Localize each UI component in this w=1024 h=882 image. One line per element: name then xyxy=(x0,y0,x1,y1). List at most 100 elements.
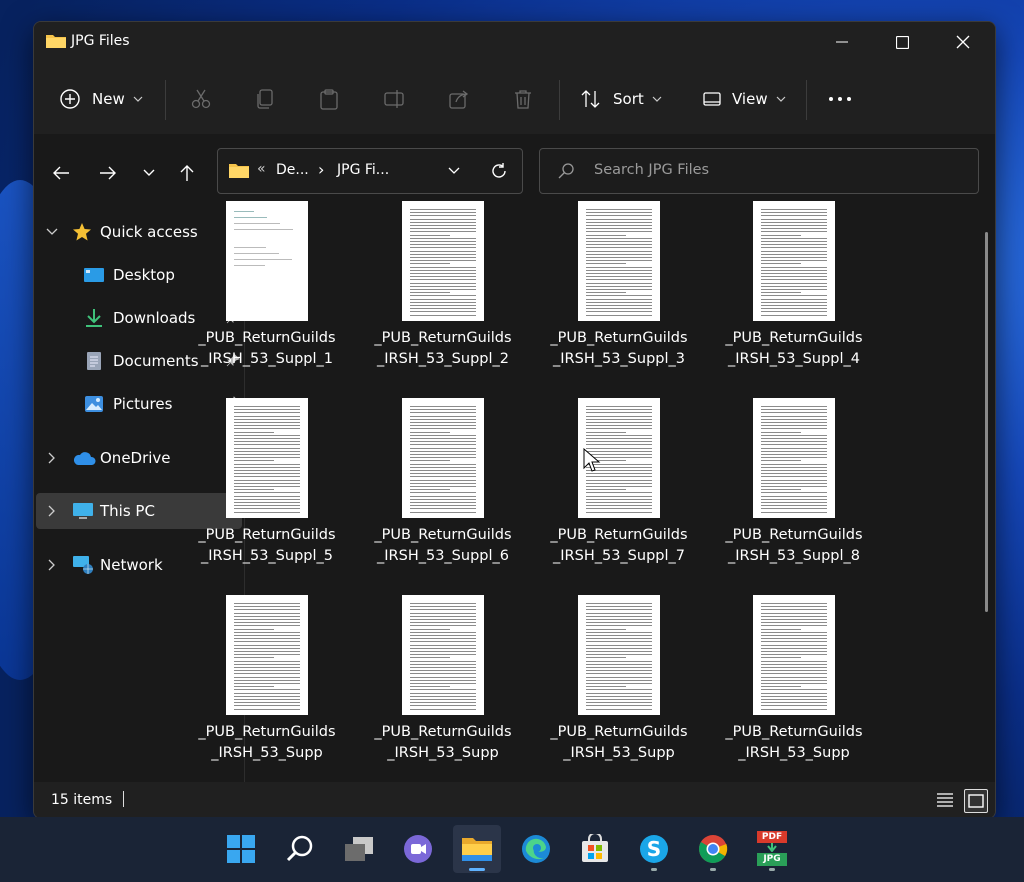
share-icon xyxy=(449,90,469,109)
breadcrumb-item[interactable]: JPG Fi... xyxy=(337,162,389,178)
file-name: _PUB_ReturnGuilds_IRSH_53_Suppl_8 xyxy=(725,527,863,564)
close-button[interactable] xyxy=(933,22,993,62)
title-bar[interactable]: JPG Files xyxy=(34,22,995,62)
file-tile[interactable]: _PUB_ReturnGuilds_IRSH_53_Suppl_3 xyxy=(549,201,689,393)
breadcrumb-item[interactable]: De... xyxy=(276,162,309,178)
svg-text:S: S xyxy=(647,837,661,861)
nav-label: Network xyxy=(100,556,163,574)
chevron-down-icon[interactable] xyxy=(448,167,460,175)
desktop-icon xyxy=(84,268,104,282)
file-tile[interactable]: _PUB_ReturnGuilds_IRSH_53_Supp xyxy=(724,595,864,787)
file-tile[interactable]: _PUB_ReturnGuilds_IRSH_53_Suppl_8 xyxy=(724,398,864,590)
paste-button[interactable] xyxy=(318,78,340,120)
search-input[interactable]: Search JPG Files xyxy=(539,148,979,194)
chevron-down-icon xyxy=(776,96,786,102)
running-indicator xyxy=(769,868,775,871)
view-icon xyxy=(703,92,721,106)
overflow-chevrons[interactable]: « xyxy=(257,161,266,177)
file-tile[interactable]: _PUB_ReturnGuilds_IRSH_53_Supp xyxy=(373,595,513,787)
taskbar-search-button[interactable] xyxy=(276,825,324,873)
star-icon xyxy=(73,223,91,241)
file-tile[interactable]: _PUB_ReturnGuilds_IRSH_53_Supp xyxy=(549,595,689,787)
vertical-scrollbar[interactable] xyxy=(985,232,988,612)
file-name: _PUB_ReturnGuilds_IRSH_53_Supp xyxy=(550,724,688,761)
item-count: 15 items xyxy=(51,792,113,808)
teams-chat-button[interactable] xyxy=(394,825,442,873)
file-name: _PUB_ReturnGuilds_IRSH_53_Suppl_7 xyxy=(550,527,688,564)
up-button[interactable] xyxy=(172,158,202,188)
close-icon xyxy=(956,35,970,49)
running-indicator xyxy=(651,868,657,871)
pdf-to-jpg-button[interactable]: PDF JPG xyxy=(748,825,796,873)
download-icon xyxy=(86,309,102,327)
file-thumbnail xyxy=(226,398,308,518)
folder-icon xyxy=(46,35,66,48)
details-view-button[interactable] xyxy=(934,789,956,811)
chevron-down-icon xyxy=(46,228,58,235)
rename-button[interactable] xyxy=(383,78,405,120)
file-name: _PUB_ReturnGuilds_IRSH_53_Suppl_3 xyxy=(550,330,688,367)
cut-button[interactable] xyxy=(190,78,212,120)
task-view-button[interactable] xyxy=(335,825,383,873)
file-explorer-taskbar-button[interactable] xyxy=(453,825,501,873)
pdf-label: PDF xyxy=(757,831,787,843)
file-thumbnail xyxy=(226,201,308,321)
skype-button[interactable]: S xyxy=(630,825,678,873)
file-thumbnail xyxy=(753,201,835,321)
file-tile[interactable]: _PUB_ReturnGuilds_IRSH_53_Suppl_4 xyxy=(724,201,864,393)
computer-icon xyxy=(73,503,93,519)
share-button[interactable] xyxy=(448,78,470,120)
minimize-button[interactable] xyxy=(812,22,872,62)
nav-label: Pictures xyxy=(113,395,173,413)
file-name: _PUB_ReturnGuilds_IRSH_53_Supp xyxy=(198,724,336,761)
toolbar-separator xyxy=(806,80,807,120)
sort-button[interactable]: Sort xyxy=(580,78,662,120)
file-name: _PUB_ReturnGuilds_IRSH_53_Suppl_5 xyxy=(198,527,336,564)
copy-button[interactable] xyxy=(254,78,276,120)
file-thumbnail xyxy=(578,595,660,715)
see-more-button[interactable] xyxy=(828,78,852,120)
file-tile[interactable]: _PUB_ReturnGuilds_IRSH_53_Suppl_5 xyxy=(197,398,337,590)
forward-button[interactable] xyxy=(93,158,123,188)
arrow-up-icon xyxy=(180,165,194,181)
file-name: _PUB_ReturnGuilds_IRSH_53_Suppl_2 xyxy=(374,330,512,367)
microsoft-store-button[interactable] xyxy=(571,825,619,873)
search-icon xyxy=(286,835,313,862)
arrow-right-icon xyxy=(100,166,116,180)
nav-label: Downloads xyxy=(113,309,196,327)
new-button[interactable]: New xyxy=(59,78,143,120)
start-icon xyxy=(227,835,255,863)
start-button[interactable] xyxy=(217,825,265,873)
file-name: _PUB_ReturnGuilds_IRSH_53_Suppl_4 xyxy=(725,330,863,367)
breadcrumb-separator: › xyxy=(318,160,325,179)
details-view-icon xyxy=(937,793,953,807)
running-indicator xyxy=(710,868,716,871)
view-button[interactable]: View xyxy=(701,78,786,120)
minimize-icon xyxy=(836,41,848,43)
skype-icon: S xyxy=(640,835,668,863)
new-icon xyxy=(60,89,80,109)
file-name: _PUB_ReturnGuilds_IRSH_53_Suppl_1 xyxy=(198,330,336,367)
file-tile[interactable]: _PUB_ReturnGuilds_IRSH_53_Suppl_1 xyxy=(197,201,337,393)
edge-icon xyxy=(522,835,550,863)
maximize-button[interactable] xyxy=(872,22,932,62)
view-button-label: View xyxy=(732,90,768,108)
search-placeholder: Search JPG Files xyxy=(594,162,710,178)
edge-button[interactable] xyxy=(512,825,560,873)
chrome-button[interactable] xyxy=(689,825,737,873)
large-icons-view-icon xyxy=(968,794,984,808)
delete-button[interactable] xyxy=(512,78,534,120)
mouse-cursor-icon xyxy=(583,448,601,472)
file-tile[interactable]: _PUB_ReturnGuilds_IRSH_53_Suppl_6 xyxy=(373,398,513,590)
back-button[interactable] xyxy=(46,158,76,188)
refresh-icon[interactable] xyxy=(490,162,508,180)
recent-locations-button[interactable] xyxy=(134,158,164,188)
file-explorer-icon xyxy=(462,838,492,861)
pictures-icon xyxy=(85,396,103,412)
address-bar[interactable]: « De... › JPG Fi... xyxy=(217,148,523,194)
file-tile[interactable]: _PUB_ReturnGuilds_IRSH_53_Suppl_2 xyxy=(373,201,513,393)
file-name: _PUB_ReturnGuilds_IRSH_53_Supp xyxy=(725,724,863,761)
file-tile[interactable]: _PUB_ReturnGuilds_IRSH_53_Suppl_7 xyxy=(549,398,689,590)
file-tile[interactable]: _PUB_ReturnGuilds_IRSH_53_Supp xyxy=(197,595,337,787)
large-icons-view-button[interactable] xyxy=(964,789,988,813)
